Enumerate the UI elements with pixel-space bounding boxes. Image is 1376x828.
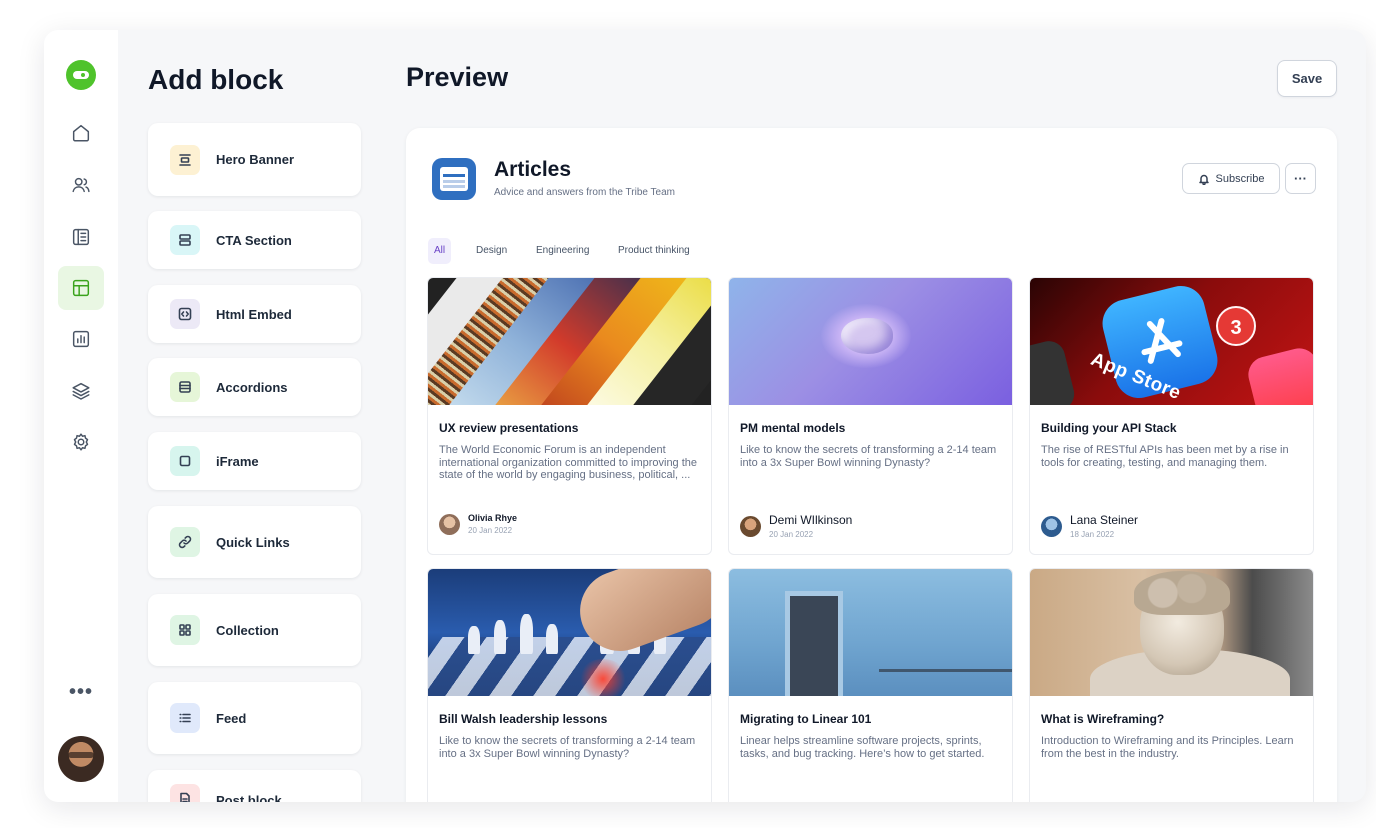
layout-icon <box>72 279 90 297</box>
article-card[interactable]: PM mental models Like to know the secret… <box>728 277 1013 555</box>
link-icon <box>170 527 200 557</box>
accordion-icon <box>170 372 200 402</box>
members-icon <box>72 177 90 193</box>
grid-icon <box>170 615 200 645</box>
card-image <box>729 278 1012 405</box>
rail-item-analytics[interactable] <box>58 317 104 361</box>
logo-toggle-icon[interactable] <box>66 60 96 90</box>
card-title: UX review presentations <box>439 421 579 435</box>
analytics-icon <box>72 330 90 348</box>
notification-badge: 3 <box>1216 306 1256 346</box>
card-description: Linear helps streamline software project… <box>740 735 985 760</box>
iframe-icon <box>170 446 200 476</box>
block-post-block[interactable]: Post block <box>148 770 361 802</box>
block-accordions[interactable]: Accordions <box>148 358 361 416</box>
card-image <box>1030 569 1313 696</box>
code-icon <box>170 299 200 329</box>
preview-panel: Articles Advice and answers from the Tri… <box>406 128 1337 802</box>
layers-icon <box>72 382 90 400</box>
document-icon <box>170 784 200 802</box>
articles-space-icon <box>432 158 476 200</box>
tab-engineering[interactable]: Engineering <box>530 238 595 264</box>
block-label: Hero Banner <box>216 152 295 167</box>
card-image: 3 App Store <box>1030 278 1313 405</box>
card-title: Bill Walsh leadership lessons <box>439 712 608 726</box>
card-description: Like to know the secrets of transforming… <box>439 735 696 760</box>
block-feed[interactable]: Feed <box>148 682 361 754</box>
author-name: Demi WIlkinson <box>769 513 853 527</box>
card-author: Demi WIlkinson 20 Jan 2022 <box>740 513 852 539</box>
space-subtitle: Advice and answers from the Tribe Team <box>494 187 676 198</box>
subscribe-label: Subscribe <box>1215 172 1265 185</box>
block-label: Feed <box>216 710 247 726</box>
card-author: Lana Steiner 18 Jan 2022 <box>1041 513 1138 539</box>
card-description: The World Economic Forum is an independe… <box>439 444 698 481</box>
block-label: Post block <box>216 793 282 802</box>
author-date: 20 Jan 2022 <box>769 530 814 539</box>
rail-item-home[interactable] <box>58 111 104 155</box>
card-description: Introduction to Wireframing and its Prin… <box>1041 735 1294 760</box>
block-collection[interactable]: Collection <box>148 594 361 666</box>
list-icon <box>170 703 200 733</box>
card-title: What is Wireframing? <box>1041 712 1165 726</box>
card-image <box>428 278 711 405</box>
cta-section-icon <box>170 225 200 255</box>
article-card[interactable]: What is Wireframing? Introduction to Wir… <box>1029 568 1314 802</box>
tab-all[interactable]: All <box>428 238 452 264</box>
rail-item-layout[interactable] <box>58 266 104 310</box>
preview-title: Preview <box>406 62 509 92</box>
space-title: Articles <box>494 158 572 181</box>
card-title: PM mental models <box>740 421 846 435</box>
block-cta-section[interactable]: CTA Section <box>148 211 361 269</box>
more-options-icon[interactable]: ••• <box>62 678 100 706</box>
nav-rail: ••• <box>44 30 118 802</box>
author-name: Lana Steiner <box>1070 513 1139 527</box>
article-card[interactable]: UX review presentations The World Econom… <box>427 277 712 555</box>
author-avatar <box>439 513 460 535</box>
block-quick-links[interactable]: Quick Links <box>148 506 361 578</box>
article-card[interactable]: Migrating to Linear 101 Linear helps str… <box>728 568 1013 802</box>
rail-item-members[interactable] <box>58 163 104 207</box>
card-title: Building your API Stack <box>1041 421 1177 435</box>
subscribe-button[interactable]: Subscribe <box>1182 163 1280 194</box>
article-card[interactable]: Bill Walsh leadership lessons Like to kn… <box>427 568 712 802</box>
card-description: Like to know the secrets of transforming… <box>740 444 997 469</box>
block-label: Quick Links <box>216 534 290 550</box>
add-block-title: Add block <box>148 64 284 95</box>
tab-design[interactable]: Design <box>470 238 513 264</box>
settings-icon <box>73 433 89 451</box>
card-image <box>729 569 1012 696</box>
block-label: Html Embed <box>216 306 292 322</box>
article-card[interactable]: 3 App Store Building your API Stack The … <box>1029 277 1314 555</box>
rail-item-layers[interactable] <box>58 369 104 413</box>
author-date: 18 Jan 2022 <box>1070 530 1115 539</box>
author-name: Olivia Rhye <box>468 513 518 523</box>
more-actions-button[interactable]: ··· <box>1285 163 1316 194</box>
block-label: Accordions <box>216 379 288 395</box>
block-html-embed[interactable]: Html Embed <box>148 285 361 343</box>
block-label: Collection <box>216 622 279 638</box>
block-hero-banner[interactable]: Hero Banner <box>148 123 361 196</box>
card-description: The rise of RESTful APIs has been met by… <box>1041 444 1289 469</box>
block-iframe[interactable]: iFrame <box>148 432 361 490</box>
author-avatar <box>740 515 761 537</box>
block-label: iFrame <box>216 453 259 469</box>
home-icon <box>72 124 90 142</box>
card-author: Olivia Rhye 20 Jan 2022 <box>439 513 517 535</box>
hero-banner-icon <box>170 144 200 175</box>
rail-item-content[interactable] <box>58 215 104 259</box>
author-date: 20 Jan 2022 <box>468 526 513 535</box>
tab-product-thinking[interactable]: Product thinking <box>612 238 696 264</box>
block-label: CTA Section <box>216 232 292 248</box>
app-window: ••• Add block Hero Banner CTA Section Ht… <box>44 30 1366 802</box>
content-icon <box>72 228 90 246</box>
card-title: Migrating to Linear 101 <box>740 712 872 726</box>
save-button[interactable]: Save <box>1277 60 1337 97</box>
card-image <box>428 569 711 696</box>
author-avatar <box>1041 515 1062 537</box>
user-avatar[interactable] <box>58 736 104 782</box>
bell-icon <box>1198 174 1209 185</box>
rail-item-settings[interactable] <box>58 420 104 464</box>
